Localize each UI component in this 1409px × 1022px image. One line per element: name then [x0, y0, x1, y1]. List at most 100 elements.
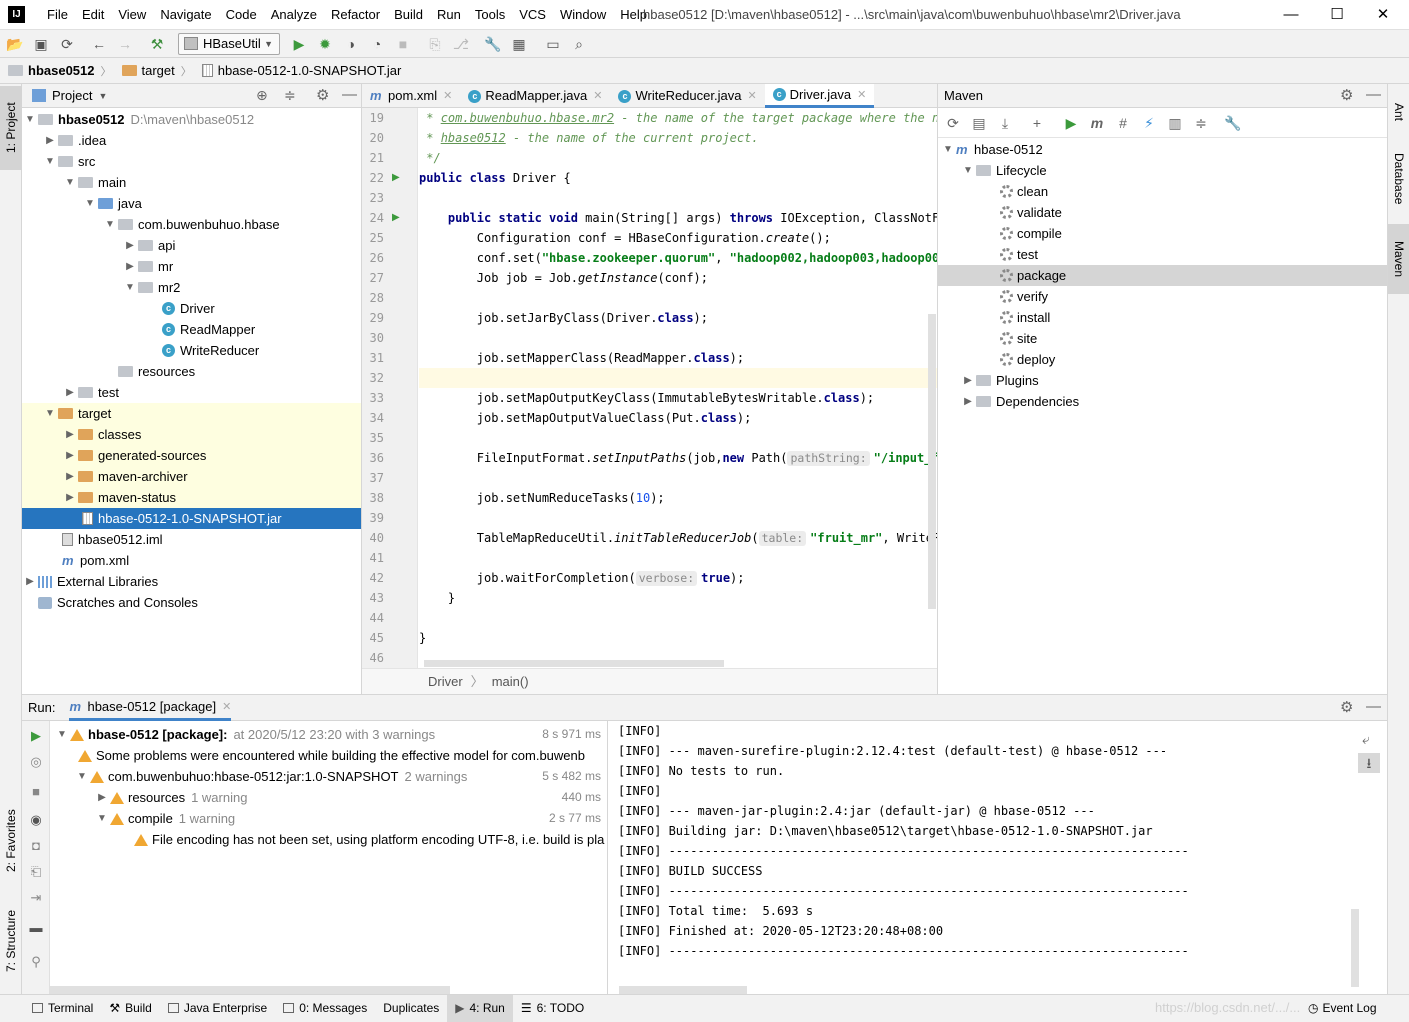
wrench-icon[interactable]: 🔧 [1224, 114, 1242, 132]
menu-build[interactable]: Build [387, 0, 430, 30]
collapse-all-icon[interactable]: ≑ [284, 87, 296, 104]
run-gutter-icon[interactable]: ▶ [392, 172, 400, 183]
plus-icon[interactable]: + [1028, 114, 1046, 132]
camera-icon[interactable]: ◘ [27, 837, 45, 855]
login-icon[interactable]: ⇥ [27, 889, 45, 907]
menu-view[interactable]: View [111, 0, 153, 30]
toggle-offline-icon[interactable]: # [1114, 114, 1132, 132]
tree-item-scratches[interactable]: Scratches and Consoles [22, 592, 361, 613]
gear-icon[interactable]: ⚙ [316, 86, 329, 104]
maximize-button[interactable]: ☐ [1314, 0, 1360, 30]
maven-goal-clean[interactable]: clean [938, 181, 1387, 202]
build-tab[interactable]: ⚒ Build [101, 995, 159, 1022]
show-dependencies-icon[interactable]: ▥ [1166, 114, 1184, 132]
tree-item-classes[interactable]: ▶ classes [22, 424, 361, 445]
tree-item-iml[interactable]: hbase0512.iml [22, 529, 361, 550]
run-tab[interactable]: ▶ 4: Run [447, 994, 513, 1022]
execute-goal-icon[interactable]: m [1088, 114, 1106, 132]
build-row-resources[interactable]: ▶ resources 1 warning 440 ms [50, 787, 607, 808]
profile-icon[interactable]: ◔ [368, 35, 386, 53]
build-row-model-warning[interactable]: Some problems were encountered while bui… [50, 745, 607, 766]
maven-goal-test[interactable]: test [938, 244, 1387, 265]
tree-item-mr[interactable]: ▶ mr [22, 256, 361, 277]
tree-item-mr2[interactable]: ▼ mr2 [22, 277, 361, 298]
tree-item-main[interactable]: ▼ main [22, 172, 361, 193]
breadcrumb-project[interactable]: hbase0512 〉 [8, 63, 118, 79]
maven-dependencies[interactable]: ▶ Dependencies [938, 391, 1387, 412]
run-icon[interactable]: ▶ [290, 35, 308, 53]
hide-icon[interactable]: — [342, 86, 357, 103]
maven-goal-validate[interactable]: validate [938, 202, 1387, 223]
console-output[interactable]: [INFO] [INFO] --- maven-surefire-plugin:… [609, 721, 1359, 994]
event-log-tab[interactable]: ◷ Event Log [1308, 995, 1377, 1022]
breadcrumb-method[interactable]: main() [492, 674, 529, 689]
menu-tools[interactable]: Tools [468, 0, 512, 30]
collapse-all-icon[interactable]: ≑ [1192, 114, 1210, 132]
horizontal-scrollbar[interactable] [619, 986, 747, 994]
maven-project-hbase-0512[interactable]: ▼ m hbase-0512 [938, 139, 1387, 160]
tree-item-resources[interactable]: resources [22, 361, 361, 382]
stop-icon[interactable]: ■ [394, 35, 412, 53]
todo-tab[interactable]: ☰ 6: TODO [513, 995, 592, 1022]
scroll-to-end-icon[interactable]: ⭳ [1358, 753, 1380, 773]
tree-item-test[interactable]: ▶ test [22, 382, 361, 403]
tree-item-hbase0512[interactable]: ▼ hbase0512 D:\maven\hbase0512 [22, 109, 361, 130]
vertical-scrollbar[interactable] [928, 314, 936, 609]
tree-item-external-libraries[interactable]: ▶ External Libraries [22, 571, 361, 592]
vcs-icon[interactable]: ⎇ [452, 35, 470, 53]
breadcrumb-target[interactable]: target 〉 [121, 63, 198, 79]
maven-lifecycle[interactable]: ▼ Lifecycle [938, 160, 1387, 181]
build-row-artifact[interactable]: ▼ com.buwenbuhuo:hbase-0512:jar:1.0-SNAPS… [50, 766, 607, 787]
menu-code[interactable]: Code [219, 0, 264, 30]
ant-tool-tab[interactable]: Ant [1388, 92, 1409, 132]
build-hammer-icon[interactable]: ⚒ [148, 35, 166, 53]
menu-edit[interactable]: Edit [75, 0, 111, 30]
locate-icon[interactable]: ⊕ [256, 87, 268, 104]
open-folder-icon[interactable]: 📂 [6, 35, 24, 53]
menu-navigate[interactable]: Navigate [153, 0, 218, 30]
add-project-icon[interactable]: ▤ [970, 114, 988, 132]
gear-icon[interactable]: ⚙ [1340, 86, 1353, 104]
tree-item-driver[interactable]: c Driver [22, 298, 361, 319]
skip-tests-icon[interactable]: ⚡ [1140, 114, 1158, 132]
favorites-tool-tab[interactable]: 2: Favorites [0, 796, 22, 886]
tree-item-idea[interactable]: ▶ .idea [22, 130, 361, 151]
menu-vcs[interactable]: VCS [512, 0, 553, 30]
tab-readmapper[interactable]: c ReadMapper.java ✕ [460, 84, 610, 108]
breadcrumb-jar[interactable]: hbase-0512-1.0-SNAPSHOT.jar [201, 63, 401, 78]
menu-file[interactable]: File [40, 0, 75, 30]
tree-item-package[interactable]: ▼ com.buwenbuhuo.hbase [22, 214, 361, 235]
maven-goal-compile[interactable]: compile [938, 223, 1387, 244]
pin-icon[interactable]: ⚲ [27, 953, 45, 971]
presentation-icon[interactable]: ▭ [544, 35, 562, 53]
tree-item-writereducer[interactable]: c WriteReducer [22, 340, 361, 361]
tab-writereducer[interactable]: c WriteReducer.java ✕ [610, 84, 764, 108]
build-row-encoding-warning[interactable]: File encoding has not been set, using pl… [50, 829, 607, 850]
breadcrumb-class[interactable]: Driver [428, 674, 463, 689]
rerun-icon[interactable]: ▶ [27, 727, 45, 745]
tree-item-pom[interactable]: m pom.xml [22, 550, 361, 571]
tree-item-readmapper[interactable]: c ReadMapper [22, 319, 361, 340]
build-row-root[interactable]: ▼ hbase-0512 [package]: at 2020/5/12 23:20… [50, 724, 607, 745]
layout-icon[interactable]: ▬ [27, 919, 45, 937]
code-area[interactable]: * com.buwenbuhuo.hbase.mr2 - the name of… [419, 108, 937, 668]
maven-goal-verify[interactable]: verify [938, 286, 1387, 307]
tree-item-src[interactable]: ▼ src [22, 151, 361, 172]
hide-icon[interactable]: — [1366, 86, 1381, 103]
hide-icon[interactable]: — [1366, 698, 1381, 715]
coverage-icon[interactable]: ◑ [342, 35, 360, 53]
menu-window[interactable]: Window [553, 0, 613, 30]
tab-pom-xml[interactable]: m pom.xml ✕ [362, 84, 460, 108]
horizontal-scrollbar[interactable] [424, 660, 724, 667]
maven-goal-site[interactable]: site [938, 328, 1387, 349]
tab-driver[interactable]: c Driver.java ✕ [764, 84, 875, 108]
search-icon[interactable]: ⌕ [570, 35, 588, 53]
soft-wrap-icon[interactable]: ⤶ [1362, 731, 1370, 748]
horizontal-scrollbar[interactable] [50, 986, 450, 994]
save-icon[interactable]: ▣ [32, 35, 50, 53]
terminal-tab[interactable]: Terminal [24, 995, 101, 1022]
eye-icon[interactable]: ◉ [27, 811, 45, 829]
database-tool-tab[interactable]: Database [1388, 144, 1409, 214]
sync-icon[interactable]: ⟳ [58, 35, 76, 53]
maven-tool-tab[interactable]: Maven [1388, 224, 1409, 294]
